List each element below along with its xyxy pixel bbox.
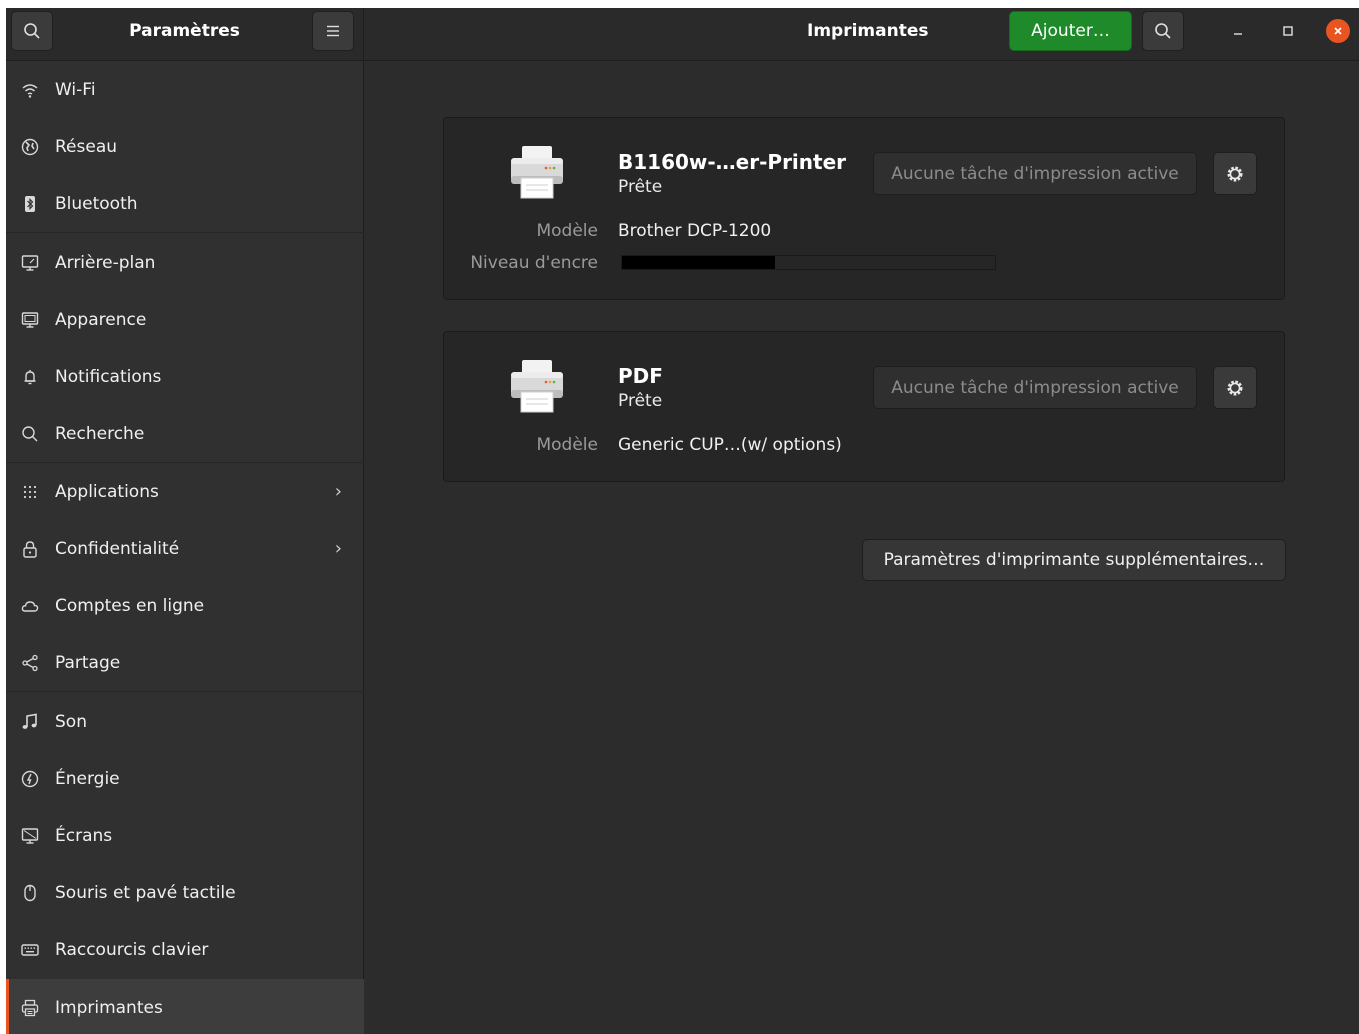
network-icon xyxy=(19,136,41,158)
active-jobs-button[interactable]: Aucune tâche d'impression active xyxy=(873,366,1197,409)
sidebar-item-energie[interactable]: Énergie xyxy=(6,750,364,807)
model-value: Brother DCP-1200 xyxy=(618,221,772,241)
active-jobs-button[interactable]: Aucune tâche d'impression active xyxy=(873,152,1197,195)
sidebar-item-arriere-plan[interactable]: Arrière-plan xyxy=(6,234,364,291)
sidebar-item-ecrans[interactable]: Écrans xyxy=(6,807,364,864)
settings-window: Paramètres Wi-Fi Réseau Bluetooth Arrière-p… xyxy=(6,8,1359,1034)
ink-level-label: Niveau d'encre xyxy=(470,253,598,273)
minimize-icon xyxy=(1234,33,1242,35)
sidebar-item-partage[interactable]: Partage xyxy=(6,634,364,691)
main-header: Imprimantes Ajouter… xyxy=(364,8,1359,61)
model-label: Modèle xyxy=(536,435,598,455)
printer-name: PDF xyxy=(618,364,663,388)
sidebar-item-apparence[interactable]: Apparence xyxy=(6,291,364,348)
sidebar-item-label: Partage xyxy=(55,652,121,673)
page-title: Imprimantes xyxy=(807,21,929,41)
sidebar-item-label: Imprimantes xyxy=(55,997,163,1018)
printer-icon xyxy=(19,997,41,1019)
printer-settings-button[interactable] xyxy=(1213,152,1257,195)
display-icon xyxy=(19,825,41,847)
sidebar-item-notifications[interactable]: Notifications xyxy=(6,348,364,405)
printer-card: B1160w-…er-Printer Prête Aucune tâche d'… xyxy=(443,117,1285,300)
bluetooth-icon xyxy=(19,193,41,215)
printer-name: B1160w-…er-Printer xyxy=(618,150,847,174)
keyboard-icon xyxy=(19,939,41,961)
sidebar-item-label: Applications xyxy=(55,481,159,502)
sidebar-item-label: Réseau xyxy=(55,136,118,157)
sidebar-item-label: Comptes en ligne xyxy=(55,595,205,616)
printer-settings-button[interactable] xyxy=(1213,366,1257,409)
printer-device-icon xyxy=(511,146,563,199)
search-icon xyxy=(1155,23,1171,39)
sidebar-item-label: Souris et pavé tactile xyxy=(55,882,236,903)
sidebar-item-applications[interactable]: Applications › xyxy=(6,463,364,520)
model-value: Generic CUP…(w/ options) xyxy=(618,435,842,455)
sidebar-item-label: Son xyxy=(55,711,87,732)
lock-icon xyxy=(19,538,41,560)
sidebar-item-label: Apparence xyxy=(55,309,147,330)
wifi-icon xyxy=(19,79,41,101)
sidebar-item-raccourcis[interactable]: Raccourcis clavier xyxy=(6,921,364,978)
sidebar-divider xyxy=(6,691,364,692)
sidebar-item-souris[interactable]: Souris et pavé tactile xyxy=(6,864,364,921)
sidebar-item-label: Wi-Fi xyxy=(55,79,96,100)
sidebar-item-son[interactable]: Son xyxy=(6,693,364,750)
sidebar-item-label: Confidentialité xyxy=(55,538,180,559)
sidebar-item-wifi[interactable]: Wi-Fi xyxy=(6,61,364,118)
maximize-icon xyxy=(1283,26,1293,36)
printer-card: PDF Prête Aucune tâche d'impression acti… xyxy=(443,331,1285,482)
menu-button[interactable] xyxy=(312,11,354,51)
printer-status: Prête xyxy=(618,177,663,197)
hamburger-icon xyxy=(327,25,339,37)
search-button[interactable] xyxy=(1142,11,1184,51)
sidebar-item-label: Énergie xyxy=(55,768,120,789)
gear-icon xyxy=(1227,380,1243,395)
printer-device-icon xyxy=(511,360,563,413)
ink-level-fill xyxy=(622,256,775,269)
sidebar-item-label: Notifications xyxy=(55,366,162,387)
sidebar-item-comptes-en-ligne[interactable]: Comptes en ligne xyxy=(6,577,364,634)
sidebar-item-label: Arrière-plan xyxy=(55,252,156,273)
model-label: Modèle xyxy=(536,221,598,241)
sidebar-item-reseau[interactable]: Réseau xyxy=(6,118,364,175)
additional-printer-settings-button[interactable]: Paramètres d'imprimante supplémentaires… xyxy=(862,539,1286,581)
background-icon xyxy=(19,252,41,274)
music-note-icon xyxy=(19,711,41,733)
sidebar-divider xyxy=(6,232,364,233)
search-icon xyxy=(19,423,41,445)
sidebar-title: Paramètres xyxy=(129,21,240,41)
minimize-button[interactable] xyxy=(1226,19,1250,43)
chevron-right-icon: › xyxy=(334,538,342,559)
sidebar-item-recherche[interactable]: Recherche xyxy=(6,405,364,462)
sidebar: Paramètres Wi-Fi Réseau Bluetooth Arrière-p… xyxy=(6,8,364,1034)
power-icon xyxy=(19,768,41,790)
mouse-icon xyxy=(19,882,41,904)
gear-icon xyxy=(1227,166,1243,181)
sidebar-item-label: Raccourcis clavier xyxy=(55,939,209,960)
bell-icon xyxy=(19,366,41,388)
sidebar-item-label: Recherche xyxy=(55,423,145,444)
sidebar-item-bluetooth[interactable]: Bluetooth xyxy=(6,175,364,232)
printer-status: Prête xyxy=(618,391,663,411)
close-button[interactable] xyxy=(1326,19,1350,43)
chevron-right-icon: › xyxy=(334,481,342,502)
close-icon xyxy=(1334,27,1342,35)
apps-grid-icon xyxy=(19,481,41,503)
appearance-icon xyxy=(19,309,41,331)
share-icon xyxy=(19,652,41,674)
sidebar-item-label: Écrans xyxy=(55,825,113,846)
maximize-button[interactable] xyxy=(1276,19,1300,43)
ink-level-bar xyxy=(621,255,996,270)
sidebar-item-confidentialite[interactable]: Confidentialité › xyxy=(6,520,364,577)
cloud-icon xyxy=(19,595,41,617)
sidebar-item-label: Bluetooth xyxy=(55,193,138,214)
add-printer-button[interactable]: Ajouter… xyxy=(1009,11,1132,51)
sidebar-item-imprimantes[interactable]: Imprimantes xyxy=(6,979,364,1034)
sidebar-header: Paramètres xyxy=(6,8,363,61)
